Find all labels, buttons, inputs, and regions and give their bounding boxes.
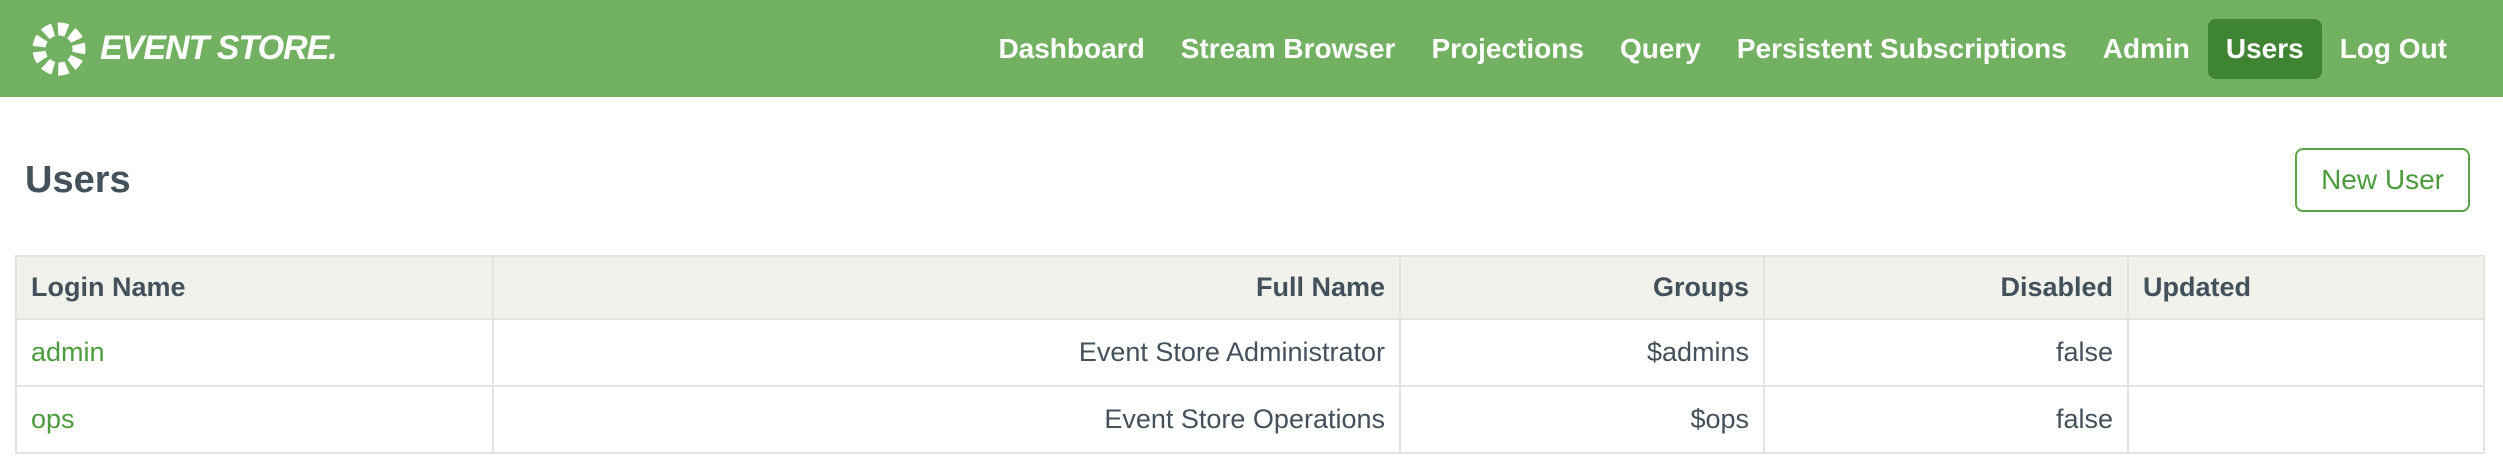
user-login-link[interactable]: ops [31, 404, 75, 434]
table-row: ops Event Store Operations$opsfalse [16, 386, 2484, 453]
main-content: Users New User Login NameFull NameGroups… [0, 147, 2503, 454]
nav-item-stream-browser[interactable]: Stream Browser [1163, 19, 1414, 79]
nav-item-query[interactable]: Query [1602, 19, 1719, 79]
column-header-updated: Updated [2128, 256, 2484, 319]
page-title: Users [25, 158, 131, 202]
cell-full-name: Event Store Operations [493, 386, 1400, 453]
users-table: Login NameFull NameGroupsDisabledUpdated… [15, 255, 2485, 454]
cell-login-name: admin [16, 319, 493, 386]
new-user-button[interactable]: New User [2295, 148, 2470, 212]
cell-updated [2128, 386, 2484, 453]
column-header-disabled: Disabled [1764, 256, 2128, 319]
user-login-link[interactable]: admin [31, 337, 105, 367]
cell-groups: $ops [1400, 386, 1764, 453]
cell-disabled: false [1764, 319, 2128, 386]
logo-text: EVENT STORE. [100, 29, 337, 68]
nav-item-log-out[interactable]: Log Out [2322, 19, 2465, 79]
cell-full-name: Event Store Administrator [493, 319, 1400, 386]
column-header-full-name: Full Name [493, 256, 1400, 319]
nav-item-dashboard[interactable]: Dashboard [980, 19, 1162, 79]
main-nav: DashboardStream BrowserProjectionsQueryP… [980, 19, 2465, 79]
nav-item-admin[interactable]: Admin [2085, 19, 2208, 79]
cell-login-name: ops [16, 386, 493, 453]
nav-item-projections[interactable]: Projections [1413, 19, 1601, 79]
cell-disabled: false [1764, 386, 2128, 453]
nav-item-users[interactable]: Users [2208, 19, 2322, 79]
event-store-logo[interactable]: EVENT STORE. [30, 20, 337, 78]
event-store-ring-icon [30, 20, 88, 78]
top-header-bar: EVENT STORE. DashboardStream BrowserProj… [0, 0, 2503, 97]
users-table-container: Login NameFull NameGroupsDisabledUpdated… [15, 255, 2488, 454]
page-header: Users New User [25, 147, 2470, 213]
table-header-row: Login NameFull NameGroupsDisabledUpdated [16, 256, 2484, 319]
nav-item-persistent-subscriptions[interactable]: Persistent Subscriptions [1719, 19, 2085, 79]
cell-groups: $admins [1400, 319, 1764, 386]
column-header-login-name: Login Name [16, 256, 493, 319]
cell-updated [2128, 319, 2484, 386]
table-row: admin Event Store Administrator$adminsfal… [16, 319, 2484, 386]
column-header-groups: Groups [1400, 256, 1764, 319]
